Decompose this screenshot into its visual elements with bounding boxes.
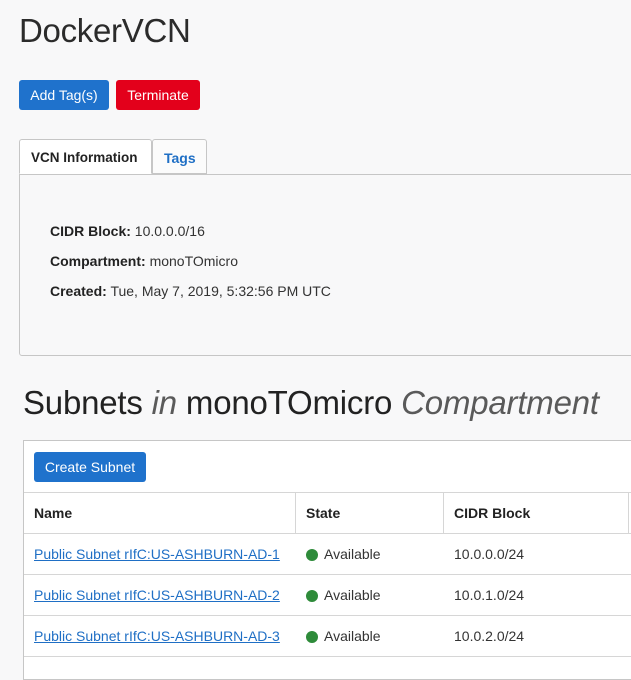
column-header-cidr[interactable]: CIDR Block [454,505,530,521]
table-row-cidr: 10.0.0.0/24 [454,546,525,562]
available-status-icon [306,590,318,602]
table-row-name: Public Subnet rIfC:US-ASHBURN-AD-2 [34,587,280,603]
state-label: Available [324,546,381,562]
table-row-state: Available [306,587,381,603]
column-header-name[interactable]: Name [34,505,72,521]
state-label: Available [324,587,381,603]
create-subnet-button[interactable]: Create Subnet [34,452,146,482]
terminate-button[interactable]: Terminate [116,80,200,110]
vcn-info-panel: CIDR Block: 10.0.0.0/16 Compartment: mon… [19,174,631,356]
cidr-block-row: CIDR Block: 10.0.0.0/16 [50,223,205,239]
table-row-name: Public Subnet rIfC:US-ASHBURN-AD-3 [34,628,280,644]
table-divider [24,533,631,534]
table-divider [24,615,631,616]
subnet-link[interactable]: Public Subnet rIfC:US-ASHBURN-AD-2 [34,587,280,603]
page-title: DockerVCN [19,12,191,49]
tab-vcn-information[interactable]: VCN Information [19,139,152,174]
cidr-block-value: 10.0.0.0/16 [134,223,205,239]
compartment-row: Compartment: monoTOmicro [50,253,238,269]
table-row-state: Available [306,628,381,644]
subnet-link[interactable]: Public Subnet rIfC:US-ASHBURN-AD-1 [34,546,280,562]
table-row-cidr: 10.0.2.0/24 [454,628,525,644]
compartment-value: monoTOmicro [149,253,238,269]
created-row: Created: Tue, May 7, 2019, 5:32:56 PM UT… [50,283,331,299]
cidr-block-label: CIDR Block: [50,223,131,239]
column-header-state[interactable]: State [306,505,340,521]
column-divider [295,493,296,533]
available-status-icon [306,549,318,561]
subnet-link[interactable]: Public Subnet rIfC:US-ASHBURN-AD-3 [34,628,280,644]
compartment-label: Compartment: [50,253,146,269]
created-label: Created: [50,283,107,299]
subnets-heading-compartment: monoTOmicro [176,384,402,421]
state-label: Available [324,628,381,644]
available-status-icon [306,631,318,643]
subnets-heading-suffix: Compartment [401,384,599,421]
table-divider [24,656,631,657]
table-row-name: Public Subnet rIfC:US-ASHBURN-AD-1 [34,546,280,562]
column-divider [443,493,444,533]
created-value: Tue, May 7, 2019, 5:32:56 PM UTC [110,283,331,299]
table-row-state: Available [306,546,381,562]
subnets-heading: Subnets in monoTOmicro Compartment [23,384,599,422]
table-row-cidr: 10.0.1.0/24 [454,587,525,603]
subnets-heading-in: in [151,384,177,421]
column-divider [628,493,629,533]
table-divider [24,574,631,575]
add-tags-button[interactable]: Add Tag(s) [19,80,109,110]
table-divider [24,492,631,493]
tab-tags[interactable]: Tags [152,139,207,174]
subnets-heading-prefix: Subnets [23,384,152,421]
